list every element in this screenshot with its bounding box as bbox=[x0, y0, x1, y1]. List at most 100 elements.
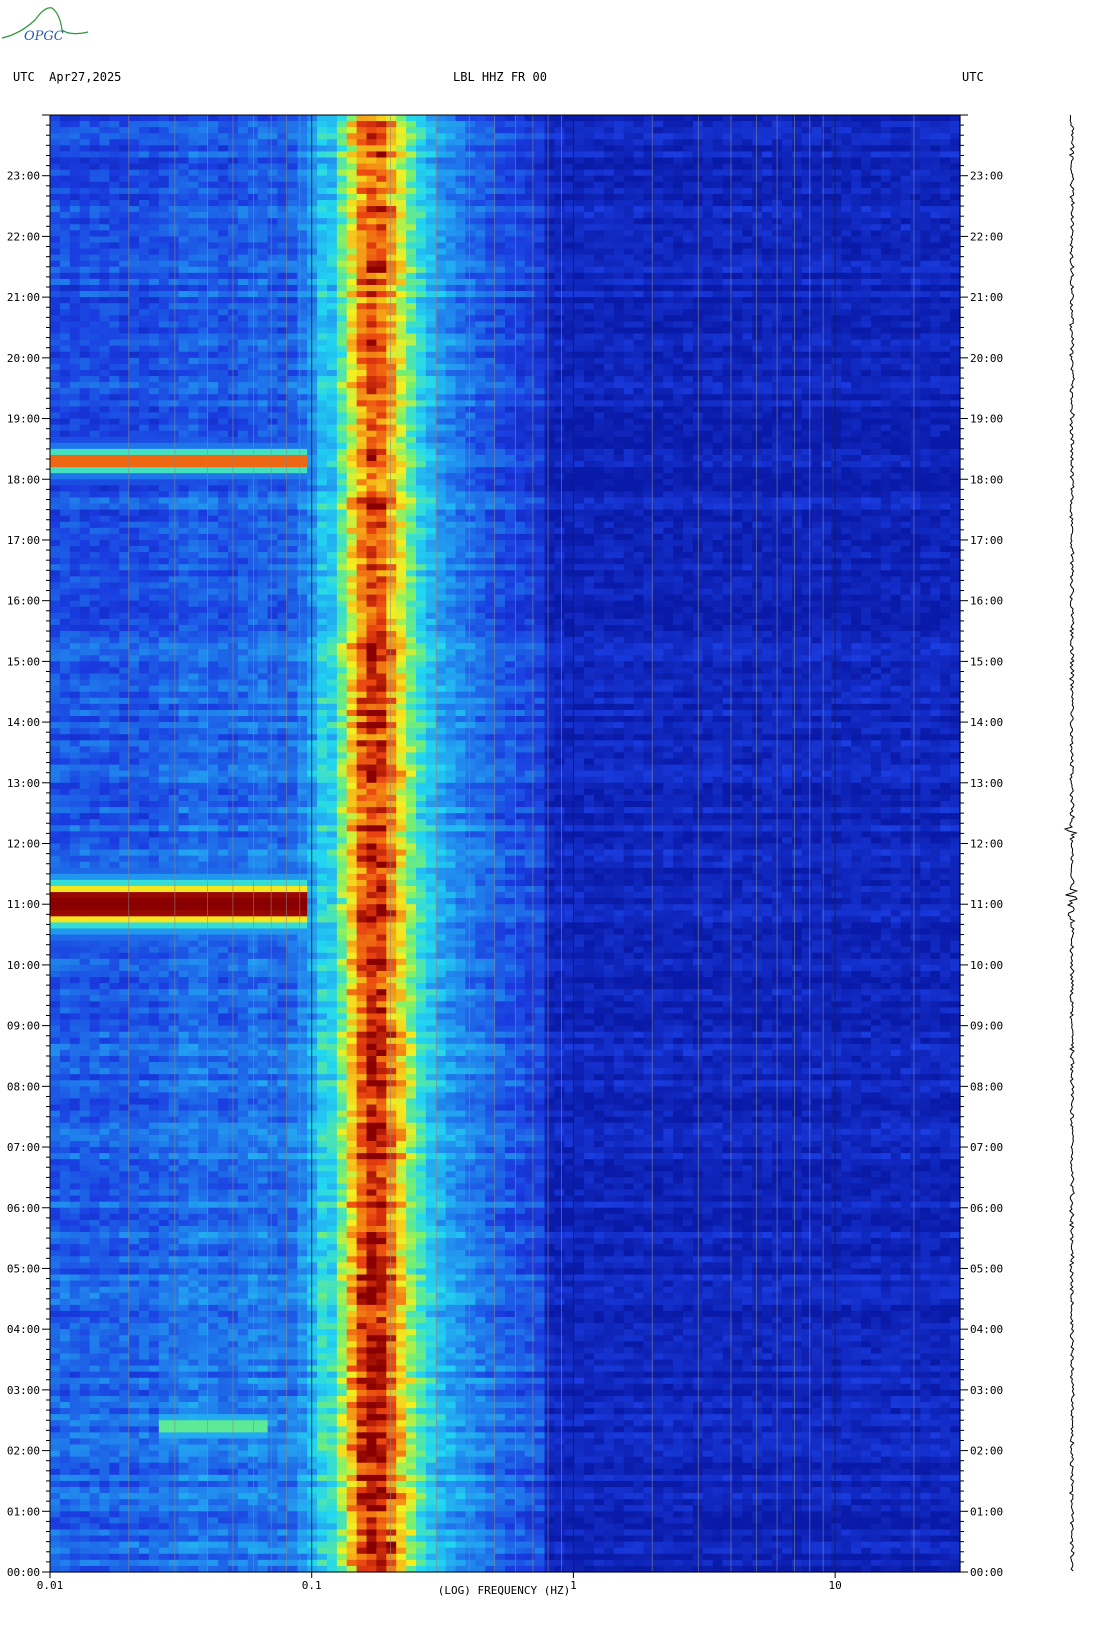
heatmap-cell bbox=[851, 255, 861, 262]
heatmap-cell bbox=[594, 285, 604, 292]
heatmap-cell bbox=[871, 425, 881, 432]
heatmap-cell bbox=[604, 212, 614, 219]
heatmap-cell bbox=[891, 309, 901, 316]
heatmap-cell bbox=[218, 194, 228, 201]
heatmap-cell bbox=[416, 133, 426, 140]
heatmap-cell bbox=[505, 255, 515, 262]
heatmap-cell bbox=[465, 206, 475, 213]
heatmap-cell bbox=[70, 218, 80, 225]
heatmap-cell bbox=[436, 224, 446, 231]
heatmap-cell bbox=[287, 327, 297, 334]
heatmap-cell bbox=[149, 224, 159, 231]
heatmap-cell bbox=[406, 419, 416, 426]
heatmap-cell bbox=[782, 194, 792, 201]
heatmap-cell bbox=[792, 431, 802, 438]
heatmap-cell bbox=[812, 127, 822, 134]
heatmap-cell bbox=[733, 321, 743, 328]
heatmap-cell bbox=[881, 188, 891, 195]
heatmap-cell bbox=[179, 303, 189, 310]
heatmap-cell bbox=[396, 425, 406, 432]
heatmap-cell bbox=[792, 261, 802, 268]
heatmap-cell bbox=[139, 334, 149, 341]
heatmap-cell bbox=[742, 176, 752, 183]
heatmap-cell bbox=[337, 267, 347, 274]
heatmap-cell bbox=[525, 151, 535, 158]
heatmap-cell bbox=[950, 206, 960, 213]
heatmap-cell bbox=[396, 352, 406, 359]
heatmap-cell bbox=[386, 273, 396, 280]
heatmap-cell bbox=[861, 279, 871, 286]
heatmap-cell bbox=[456, 279, 466, 286]
heatmap-cell bbox=[841, 388, 851, 395]
heatmap-cell bbox=[396, 200, 406, 207]
heatmap-cell bbox=[723, 158, 733, 165]
heatmap-cell bbox=[634, 346, 644, 353]
heatmap-cell bbox=[347, 388, 357, 395]
heatmap-cell bbox=[406, 170, 416, 177]
heatmap-cell bbox=[554, 364, 564, 371]
heatmap-cell bbox=[70, 388, 80, 395]
heatmap-cell bbox=[50, 218, 60, 225]
heatmap-cell bbox=[337, 218, 347, 225]
heatmap-cell bbox=[495, 267, 505, 274]
heatmap-cell bbox=[940, 291, 950, 298]
heatmap-cell bbox=[129, 206, 139, 213]
heatmap-cell bbox=[50, 340, 60, 347]
heatmap-cell bbox=[742, 297, 752, 304]
heatmap-cell bbox=[940, 431, 950, 438]
heatmap-cell bbox=[663, 127, 673, 134]
heatmap-cell bbox=[742, 346, 752, 353]
heatmap-cell bbox=[327, 364, 337, 371]
heatmap-cell bbox=[426, 212, 436, 219]
heatmap-cell bbox=[327, 206, 337, 213]
heatmap-cell bbox=[159, 273, 169, 280]
heatmap-cell bbox=[109, 443, 119, 450]
heatmap-cell bbox=[752, 327, 762, 334]
heatmap-cell bbox=[545, 230, 555, 237]
heatmap-cell bbox=[802, 431, 812, 438]
heatmap-cell bbox=[465, 309, 475, 316]
heatmap-cell bbox=[119, 255, 129, 262]
heatmap-cell bbox=[169, 249, 179, 256]
heatmap-cell bbox=[831, 151, 841, 158]
heatmap-cell bbox=[545, 200, 555, 207]
heatmap-cell bbox=[831, 334, 841, 341]
heatmap-cell bbox=[901, 242, 911, 249]
heatmap-cell bbox=[367, 261, 377, 268]
heatmap-cell bbox=[475, 382, 485, 389]
heatmap-cell bbox=[574, 437, 584, 444]
heatmap-cell bbox=[723, 315, 733, 322]
heatmap-cell bbox=[446, 352, 456, 359]
heatmap-cell bbox=[505, 303, 515, 310]
heatmap-cell bbox=[90, 412, 100, 419]
heatmap-cell bbox=[584, 261, 594, 268]
heatmap-cell bbox=[80, 139, 90, 146]
heatmap-cell bbox=[149, 218, 159, 225]
heatmap-cell bbox=[475, 139, 485, 146]
heatmap-cell bbox=[604, 315, 614, 322]
heatmap-cell bbox=[426, 176, 436, 183]
heatmap-cell bbox=[584, 121, 594, 128]
heatmap-cell bbox=[376, 352, 386, 359]
heatmap-cell bbox=[109, 334, 119, 341]
heatmap-cell bbox=[545, 425, 555, 432]
heatmap-cell bbox=[347, 255, 357, 262]
heatmap-cell bbox=[258, 255, 268, 262]
heatmap-cell bbox=[920, 176, 930, 183]
heatmap-cell bbox=[594, 352, 604, 359]
heatmap-cell bbox=[149, 346, 159, 353]
heatmap-cell bbox=[653, 334, 663, 341]
heatmap-cell bbox=[327, 158, 337, 165]
heatmap-cell bbox=[456, 437, 466, 444]
heatmap-cell bbox=[812, 346, 822, 353]
heatmap-cell bbox=[871, 127, 881, 134]
heatmap-cell bbox=[357, 315, 367, 322]
heatmap-cell bbox=[60, 291, 70, 298]
heatmap-cell bbox=[930, 200, 940, 207]
heatmap-cell bbox=[554, 279, 564, 286]
heatmap-cell bbox=[604, 206, 614, 213]
heatmap-cell bbox=[99, 145, 109, 152]
heatmap-cell bbox=[159, 194, 169, 201]
heatmap-cell bbox=[159, 224, 169, 231]
heatmap-cell bbox=[554, 206, 564, 213]
